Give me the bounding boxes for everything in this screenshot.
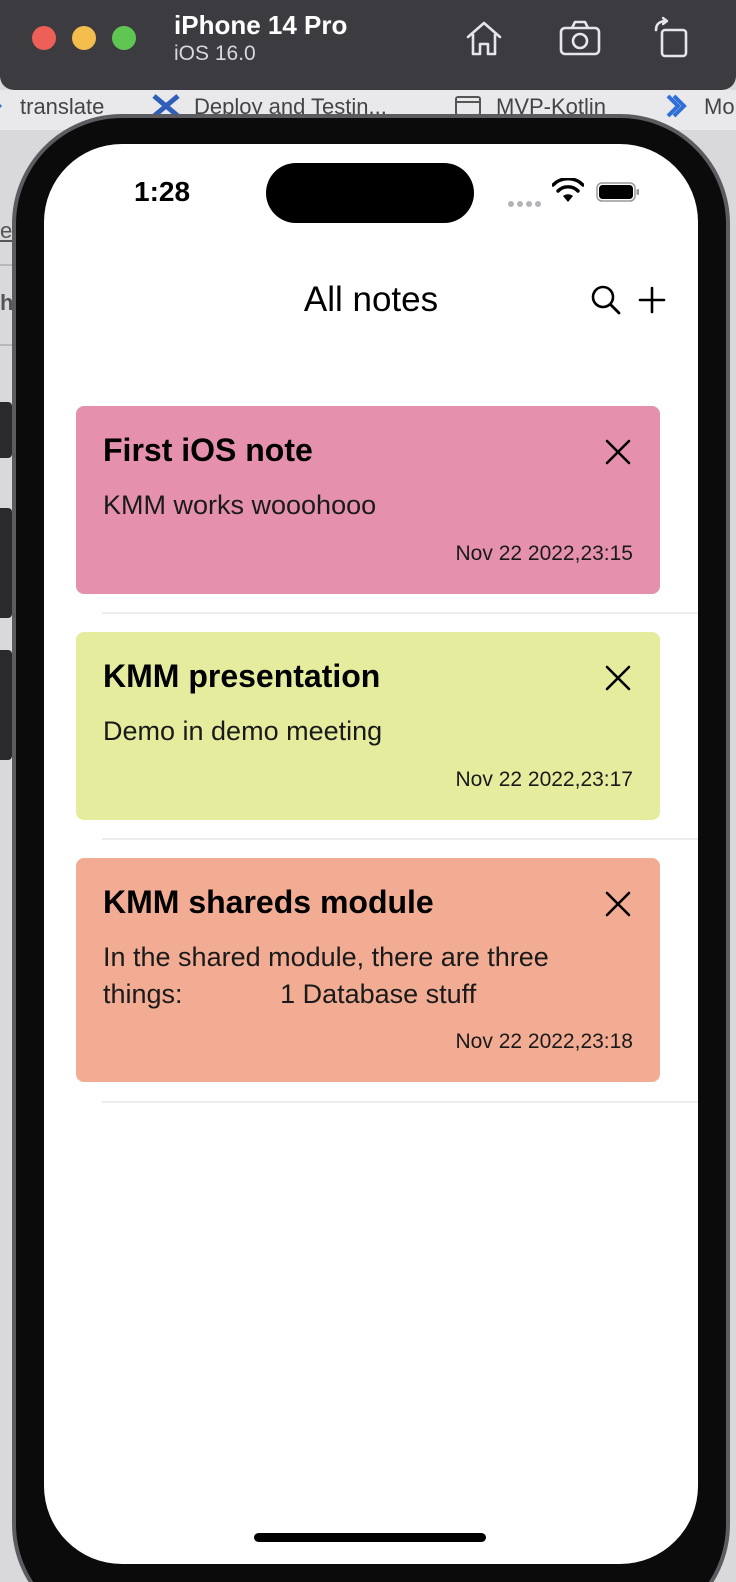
note-card[interactable]: KMM shareds module In the shared module,… [76,858,660,1082]
note-title: KMM shareds module [103,884,434,920]
home-icon[interactable] [462,16,506,60]
home-indicator[interactable] [254,1533,486,1542]
row-separator [102,838,698,840]
note-title: First iOS note [103,432,313,468]
phone-screen: 1:28 All notes First iOS note KMM works … [44,144,698,1564]
background-text-fragment: e [0,218,13,243]
note-date: Nov 22 2022,23:17 [455,768,633,791]
device-name: iPhone 14 Pro [174,10,348,40]
zoom-window-button[interactable] [112,26,136,50]
translate-icon [0,94,6,118]
note-title: KMM presentation [103,658,381,694]
screenshot-icon[interactable] [558,16,602,60]
close-icon[interactable] [604,890,632,918]
close-icon[interactable] [604,664,632,692]
jira-icon [662,94,690,118]
note-body: KMM works wooohooo [103,490,377,520]
minimize-window-button[interactable] [72,26,96,50]
bookmark-mo[interactable]: Mo [662,94,735,120]
row-separator [102,612,698,614]
search-icon[interactable] [590,284,622,316]
row-separator [102,1101,698,1103]
rotate-icon[interactable] [650,16,694,60]
close-window-button[interactable] [32,26,56,50]
note-body: Demo in demo meeting [103,716,383,746]
note-card[interactable]: KMM presentation Demo in demo meeting No… [76,632,660,820]
dynamic-island [266,163,474,223]
note-date: Nov 22 2022,23:18 [455,1030,633,1053]
os-version: iOS 16.0 [174,42,256,65]
wifi-icon [551,177,585,204]
phone-side-button [0,650,12,760]
note-card[interactable]: First iOS note KMM works wooohooo Nov 22… [76,406,660,594]
cellular-signal-icon [508,194,544,212]
plus-icon[interactable] [636,284,668,316]
note-body: In the shared module, there are three th… [103,942,549,1009]
simulator-title-bar: iPhone 14 Pro iOS 16.0 [0,0,736,90]
note-date: Nov 22 2022,23:15 [455,542,633,565]
battery-icon [596,182,640,202]
status-time: 1:28 [134,176,191,207]
close-icon[interactable] [604,438,632,466]
bookmark-translate[interactable]: translate [0,94,104,120]
phone-side-button [0,508,12,618]
phone-side-button [0,402,12,458]
